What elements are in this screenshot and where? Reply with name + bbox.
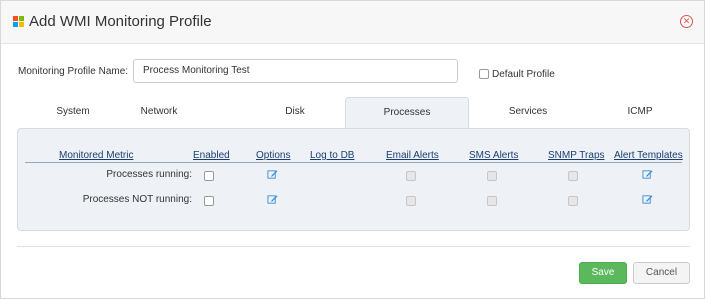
default-profile-label: Default Profile <box>492 69 555 80</box>
header-sms-alerts[interactable]: SMS Alerts <box>469 150 518 161</box>
tab-services[interactable]: Services <box>472 97 584 128</box>
tab-icmp[interactable]: ICMP <box>584 97 696 128</box>
header-divider <box>25 162 682 163</box>
cancel-button[interactable]: Cancel <box>633 262 690 284</box>
footer-divider <box>17 246 690 247</box>
snmp-traps-checkbox-processes-running <box>568 171 578 181</box>
tab-network[interactable]: Network <box>103 97 215 128</box>
sms-alerts-checkbox-processes-running <box>487 171 497 181</box>
profile-tabs: System Network Disk Processes Services I… <box>17 97 690 129</box>
profile-name-input[interactable]: Process Monitoring Test <box>133 59 458 83</box>
add-wmi-profile-dialog: Add WMI Monitoring Profile ✕ Monitoring … <box>0 0 705 299</box>
alert-template-edit-icon[interactable] <box>642 194 653 205</box>
header-monitored-metric[interactable]: Monitored Metric <box>59 150 133 161</box>
dialog-title: Add WMI Monitoring Profile <box>29 13 212 30</box>
header-alert-templates[interactable]: Alert Templates <box>614 150 683 161</box>
header-snmp-traps[interactable]: SNMP Traps <box>548 150 605 161</box>
sms-alerts-checkbox-processes-not-running <box>487 196 497 206</box>
row-label-processes-running: Processes running: <box>106 169 192 180</box>
dialog-titlebar: Add WMI Monitoring Profile ✕ <box>1 1 704 44</box>
log-to-db-checkbox-processes-running <box>406 171 416 181</box>
tab-processes[interactable]: Processes <box>345 97 469 129</box>
row-label-processes-not-running: Processes NOT running: <box>82 194 192 205</box>
alert-template-edit-icon[interactable] <box>642 169 653 180</box>
tab-disk[interactable]: Disk <box>239 97 351 128</box>
processes-panel: Monitored Metric Enabled Options Log to … <box>17 128 690 231</box>
edit-icon[interactable] <box>267 194 278 205</box>
edit-icon[interactable] <box>267 169 278 180</box>
header-options[interactable]: Options <box>256 150 290 161</box>
header-enabled[interactable]: Enabled <box>193 150 230 161</box>
header-log-to-db[interactable]: Log to DB <box>310 150 354 161</box>
enabled-checkbox-processes-not-running[interactable] <box>204 196 214 206</box>
close-icon[interactable]: ✕ <box>680 15 693 28</box>
save-button[interactable]: Save <box>579 262 627 284</box>
default-profile-checkbox[interactable] <box>479 69 489 79</box>
log-to-db-checkbox-processes-not-running <box>406 196 416 206</box>
header-email-alerts[interactable]: Email Alerts <box>386 150 439 161</box>
enabled-checkbox-processes-running[interactable] <box>204 171 214 181</box>
profile-name-label: Monitoring Profile Name: <box>18 66 129 77</box>
windows-logo-icon <box>13 16 25 28</box>
snmp-traps-checkbox-processes-not-running <box>568 196 578 206</box>
